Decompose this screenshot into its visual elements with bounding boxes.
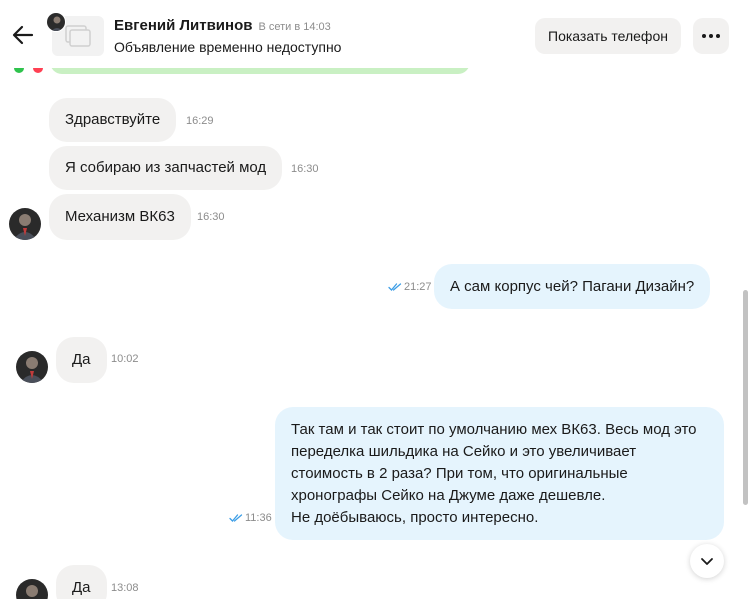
contact-avatar[interactable]: [9, 208, 41, 240]
message-time: 11:36: [245, 512, 272, 524]
message-text-line: Так там и так стоит по умолчанию мех ВК6…: [291, 420, 697, 438]
message-bubble[interactable]: Да: [56, 337, 107, 383]
message-text-line: стоимость в 2 раза? При том, что оригина…: [291, 464, 628, 482]
message-text: Да: [72, 351, 91, 368]
presence-status: В сети в 14:03: [258, 21, 331, 33]
message-time: 13:08: [111, 582, 139, 594]
message-text: Я собираю из запчастей мод: [65, 159, 267, 176]
contact-avatar-small: [46, 12, 66, 32]
message-time: 21:27: [404, 281, 432, 293]
contact-name[interactable]: Евгений Литвинов: [114, 17, 252, 34]
message-text-line: хронографы Сейко на Джуме даже дешевле.: [291, 486, 606, 504]
more-dots-icon[interactable]: [693, 18, 729, 54]
chat-scrollbar[interactable]: [743, 290, 748, 505]
message-bubble[interactable]: Механизм ВК63: [49, 194, 191, 240]
chevron-down-icon: [701, 558, 713, 565]
message-time: 16:30: [291, 163, 319, 175]
arrow-left-icon[interactable]: [10, 22, 36, 48]
message-bubble[interactable]: Так там и так стоит по умолчанию мех ВК6…: [275, 407, 724, 540]
double-check-icon: [388, 283, 402, 291]
contact-avatar[interactable]: [16, 351, 48, 383]
contact-avatar[interactable]: [16, 579, 48, 599]
message-time: 16:29: [186, 115, 214, 127]
listing-status: Объявление временно недоступно: [114, 39, 342, 55]
double-check-icon: [229, 514, 243, 522]
message-text: Механизм ВК63: [65, 208, 175, 225]
message-bubble[interactable]: Я собираю из запчастей мод: [49, 146, 283, 190]
message-bubble[interactable]: Здравствуйте: [49, 98, 177, 142]
message-time: 10:02: [111, 353, 139, 365]
listing-placeholder-icon: [65, 25, 91, 47]
show-phone-button[interactable]: Показать телефон: [535, 18, 681, 54]
scroll-to-bottom-button[interactable]: [690, 544, 724, 578]
contact-title-line: Евгений Литвинов В сети в 14:03: [114, 17, 331, 34]
message-text: Здравствуйте: [65, 111, 161, 128]
message-text-line: Не доёбываюсь, просто интересно.: [291, 508, 539, 526]
chat-header: Евгений Литвинов В сети в 14:03 Объявлен…: [0, 0, 749, 68]
message-text: Да: [72, 579, 91, 596]
message-bubble[interactable]: А сам корпус чей? Пагани Дизайн?: [434, 264, 711, 309]
message-text: А сам корпус чей? Пагани Дизайн?: [450, 277, 695, 295]
message-text-line: переделка шильдика на Сейко и это увелич…: [291, 442, 637, 460]
message-time: 16:30: [197, 211, 225, 223]
message-bubble[interactable]: Да: [56, 565, 107, 599]
